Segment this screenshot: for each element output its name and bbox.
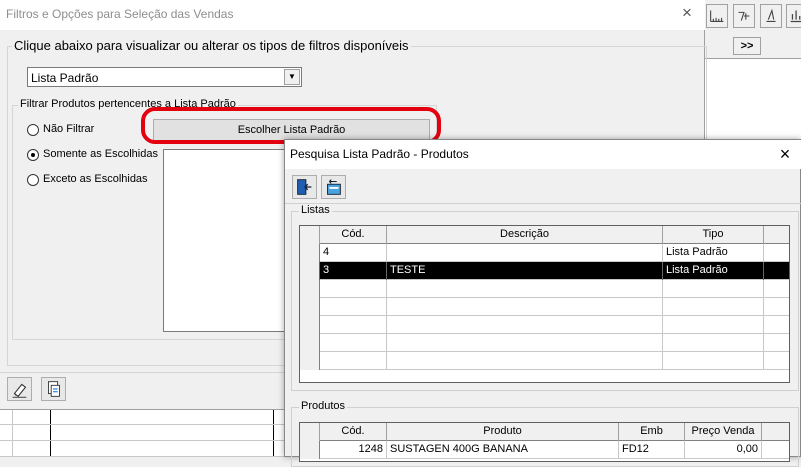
table-row-empty[interactable]	[300, 352, 789, 370]
search-list-dialog: Pesquisa Lista Padrão - Produtos × Lista…	[284, 139, 801, 467]
row-indicator	[300, 226, 320, 244]
background-grid	[0, 407, 290, 457]
radio-label: Somente as Escolhidas	[43, 148, 158, 160]
column-header-tipo[interactable]: Tipo	[663, 226, 764, 244]
chart-icon[interactable]	[786, 4, 801, 28]
close-icon[interactable]: ×	[775, 144, 795, 164]
products-grid-header: Cód. Produto Emb Preço Venda	[300, 423, 789, 441]
column-header-preco-venda[interactable]: Preço Venda	[685, 423, 762, 441]
filter-type-instruction: Clique abaixo para visualizar ou alterar…	[12, 38, 411, 53]
cell-cod: 4	[320, 244, 387, 262]
selected-lists-box[interactable]	[163, 149, 290, 332]
cell-produto: SUSTAGEN 400G BANANA	[387, 441, 619, 459]
row-indicator	[300, 441, 320, 459]
dialog-title: Filtros e Opções para Seleção das Vendas	[6, 7, 234, 21]
close-icon[interactable]: ×	[677, 3, 697, 23]
column-header-cod[interactable]: Cód.	[320, 226, 387, 244]
cell-tipo: Lista Padrão	[663, 244, 764, 262]
products-group-title: Produtos	[299, 400, 348, 412]
radio-label: Exceto as Escolhidas	[43, 173, 148, 185]
filter-type-value: Lista Padrão	[31, 71, 99, 85]
copy-document-icon[interactable]	[41, 377, 66, 401]
column-header-cod[interactable]: Cód.	[320, 423, 387, 441]
radio-button[interactable]	[27, 124, 39, 136]
return-card-icon[interactable]	[321, 175, 346, 199]
cell-tipo: Lista Padrão	[663, 262, 764, 280]
lists-grid-header: Cód. Descrição Tipo	[300, 226, 789, 244]
cell-descricao: TESTE	[387, 262, 663, 280]
search-dialog-title: Pesquisa Lista Padrão - Produtos	[290, 147, 469, 161]
products-grid[interactable]: Cód. Produto Emb Preço Venda 1248 SUSTAG…	[299, 422, 790, 462]
background-panel	[705, 58, 801, 148]
radio-button[interactable]	[27, 174, 39, 186]
table-row-empty[interactable]	[300, 316, 789, 334]
filter-products-group-title: Filtrar Produtos pertencentes a Lista Pa…	[18, 98, 238, 110]
cell-cod: 3	[320, 262, 387, 280]
cell-descricao	[387, 244, 663, 262]
column-header-descricao[interactable]: Descrição	[387, 226, 663, 244]
divider	[285, 203, 801, 204]
column-header-produto[interactable]: Produto	[387, 423, 619, 441]
chevron-down-icon[interactable]: ▼	[284, 69, 300, 85]
eraser-icon[interactable]	[7, 377, 32, 401]
dialog-title-bar: Filtros e Opções para Seleção das Vendas…	[0, 0, 705, 30]
radio-label: Não Filtrar	[43, 123, 95, 135]
column-header-emb[interactable]: Emb	[619, 423, 685, 441]
table-row-selected[interactable]: 3 TESTE Lista Padrão	[300, 262, 789, 280]
table-row[interactable]: 4 Lista Padrão	[300, 244, 789, 262]
background-toolbar	[700, 0, 801, 33]
ruler-icon[interactable]	[706, 4, 728, 28]
table-row-empty[interactable]	[300, 280, 789, 298]
lists-grid[interactable]: Cód. Descrição Tipo 4 Lista Padrão 3 TES…	[299, 225, 790, 383]
row-indicator	[300, 423, 320, 441]
cell-emb: FD12	[619, 441, 685, 459]
choose-list-button[interactable]: Escolher Lista Padrão	[153, 119, 430, 141]
next-page-button[interactable]: >>	[733, 37, 761, 55]
row-indicator	[300, 262, 320, 280]
radio-button-selected[interactable]	[27, 149, 39, 161]
table-row-empty[interactable]	[300, 298, 789, 316]
search-dialog-title-bar: Pesquisa Lista Padrão - Produtos ×	[285, 140, 801, 169]
table-row-empty[interactable]	[300, 334, 789, 352]
exit-door-icon[interactable]	[292, 175, 317, 199]
pencil-triangle-icon[interactable]	[760, 4, 782, 28]
cell-preco-venda: 0,00	[685, 441, 762, 459]
lists-group-title: Listas	[299, 204, 332, 216]
filter-type-select[interactable]: Lista Padrão ▼	[27, 67, 302, 87]
star-icon[interactable]	[733, 4, 755, 28]
table-row[interactable]: 1248 SUSTAGEN 400G BANANA FD12 0,00	[300, 441, 789, 459]
row-indicator	[300, 244, 320, 262]
cell-cod: 1248	[320, 441, 387, 459]
